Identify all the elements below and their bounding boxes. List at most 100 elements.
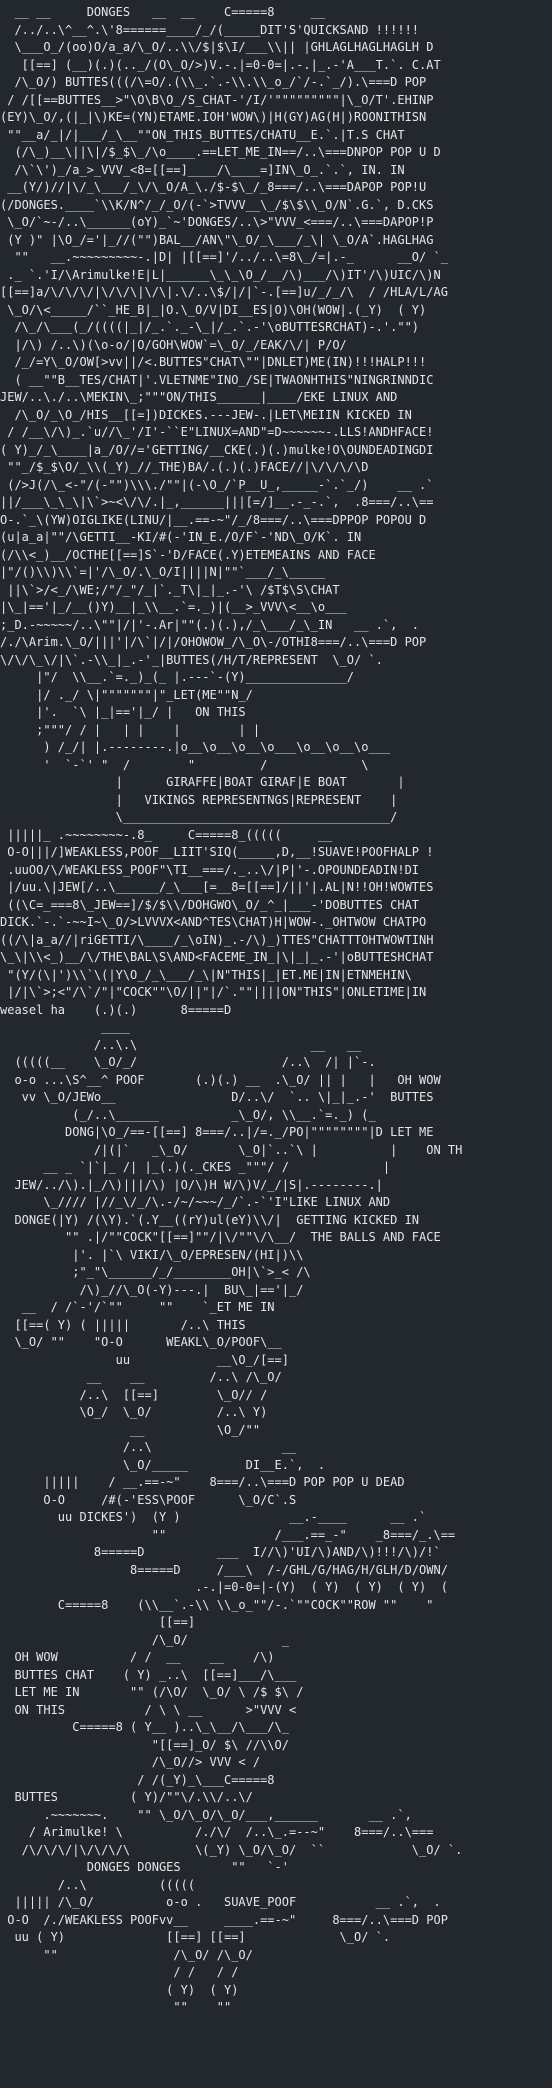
- ascii-line: ||/___\_\_\|\`>~<\/\/.|_,______|||[=/]__…: [0, 495, 434, 509]
- ascii-line: .uuOO/\/WEAKLESS_POOF"\TI__===/._..\/|P|…: [0, 862, 420, 877]
- ascii-line: |"/()\\)\\`=|'/\_O/.\_O/I||||N|""`___/_\…: [0, 565, 326, 579]
- ascii-line: ( Y) ( Y): [0, 1982, 239, 1997]
- ascii-line: 8=====D ___ I//\)'UI/\)AND/\)!!!/\)/!`: [0, 1545, 441, 1559]
- ascii-line: / /__\/\)_.`u//\_'/I'-``E"LINUX=AND"=D~~…: [0, 425, 434, 439]
- ascii-line: \/\/\_\/|\`.-\\_|_.-'_|BUTTES(/H/T/REPRE…: [0, 652, 383, 667]
- ascii-line: (/DONGES.____`\\K/N^/_/_O/(-`>TVVV__\_/$…: [0, 197, 434, 212]
- ascii-line: __ __ DONGES __ __ C=====8 __: [0, 5, 326, 19]
- ascii-line: \_O/ "" "O-O WEAKL\_O/POOF\__: [0, 1335, 282, 1349]
- ascii-line: DONGE(|Y) /(\Y).`(.Y__((rY)ul(eY)\\/| GE…: [0, 1212, 420, 1227]
- ascii-line: /_/=Y\_O/OW[>vv||/<.BUTTES"CHAT\""|DNLET…: [0, 355, 427, 369]
- ascii-line: weasel ha (.)(.) 8=====D: [0, 1002, 232, 1017]
- ascii-line: [[==]: [0, 1615, 196, 1629]
- ascii-line: BUTTES ( Y)/""\/.\\/..\/: [0, 1790, 253, 1804]
- ascii-line: __ _ `|`|_ /| |_(.)(._CKES _"""/ / |: [0, 1160, 391, 1174]
- ascii-line: [[==( Y) ( ||||| /..\ THIS: [0, 1317, 246, 1332]
- ascii-line: (/\\<_)__/OCTHE[[==]S`-'D/FACE(.Y)ETEMEA…: [0, 547, 376, 562]
- ascii-line: \_//// |//_\/_/\.-/~/~~~/_/`.-`'I"LIKE L…: [0, 1195, 391, 1209]
- ascii-line: ____: [0, 1020, 131, 1034]
- ascii-line: |'. |`\ VIKI/\_O/EPRESEN/(HI|)\\: [0, 1247, 304, 1262]
- ascii-line: "[[==]_O/ $\ //\\O/: [0, 1737, 289, 1752]
- ascii-line: |/|\`>;<"/\`/"|"COCK""\O/||"|/`.""||||ON…: [0, 985, 427, 999]
- ascii-line: /\_/\___(_/((((|_|/_.`._-\_|/_.`.-'\oBUT…: [0, 320, 420, 334]
- ascii-line: / /[[==BUTTES__>"\O\B\O_/S_CHAT-'/I/'"""…: [0, 92, 434, 107]
- ascii-line: ;"""/ / | | | | | |: [0, 722, 261, 737]
- ascii-line: uu __\O_/[==]: [0, 1352, 289, 1367]
- ascii-line: uu DICKES') (Y ) __.-____ __ .`: [0, 1510, 427, 1524]
- ascii-line: C=====8 ( Y__ )..\_\__/\___/\_: [0, 1720, 289, 1734]
- ascii-line: (u|a_a|""/\GETTI__-KI/#(-'IN_E./O/F`-'ND…: [0, 530, 362, 544]
- ascii-line: ""_/$_$\O/_\\(_Y)_//_THE)BA/.(.)(.)FACE/…: [0, 460, 369, 474]
- ascii-line: \___O_/(oo)O/a_a/\_O/..\\/$|$\I/___\\|| …: [0, 40, 434, 54]
- ascii-line: __(Y/)//|\/_\___/_\/\_O/A_\./$-$\_/_8===…: [0, 180, 427, 194]
- ascii-line: O-.`_\(YW)OIGLIKE(LINU/|__.==-~"/_/8===/…: [0, 512, 427, 527]
- ascii-line: (((((__ \_O/_/ /..\ /| |`-.: [0, 1055, 376, 1069]
- ascii-line: / / / /: [0, 1965, 239, 1979]
- ascii-line: \O_/ \_O/ /..\ Y): [0, 1405, 268, 1419]
- ascii-line: (_/..\______ _\_O/, \\__.`=._) (_: [0, 1107, 376, 1122]
- ascii-line: ;_D.-~~~~~/..\""|/|'-.Ar|""(.)(.),/_\___…: [0, 617, 420, 632]
- ascii-line: O-O /#(-'ESS\POOF \_O/C`.S: [0, 1492, 297, 1507]
- ascii-line: / /(_Y)_\___C=====8: [0, 1772, 275, 1787]
- ascii-line: /\)_//\_O(-Y)---.| BU\_|=='|_/: [0, 1282, 304, 1297]
- ascii-line: ' `-`' " / " / \: [0, 757, 369, 772]
- ascii-line: /../..\^__^.\'8======____/_/(_____DIT'S'…: [0, 22, 420, 37]
- ascii-line: |\_|=='|_/__()Y)__|_\\__.`=._)|(__>_VVV\…: [0, 600, 347, 614]
- ascii-line: \_O/`~-/..\______(oY)_`~'DONGES/..\>"VVV…: [0, 215, 434, 229]
- ascii-line: /\/\/\/|\/\/\/\ \(_Y) \_O/\_O/ `` \_O/ `…: [0, 1842, 463, 1857]
- ascii-line: C=====8 (\\__`.-\\ \\_o_""/-.`""COCK""RO…: [0, 1597, 434, 1612]
- ascii-line: O-O|||/]WEAKLESS,POOF__LIIT'SIQ(_____,D,…: [0, 845, 434, 859]
- ascii-line: ( __""B__TES/CHAT|'.VLETNME"INO_/SE|TWAO…: [0, 372, 434, 387]
- ascii-line: /..\ __: [0, 1440, 297, 1454]
- ascii-line: /\_O/_\O_/HIS__[[=])DICKES.---JEW-.|LET\…: [0, 407, 412, 422]
- ascii-line: ""__a/_|/|___/_\__""ON_THIS_BUTTES/CHATU…: [0, 127, 405, 142]
- ascii-line: O-O /./WEAKLESS POOFvv__ ____.==-~" 8===…: [0, 1912, 448, 1927]
- ascii-line: /\_O//> VVV < /: [0, 1755, 261, 1769]
- ascii-line: /\_O/) BUTTES(((/\=O/.(\\_.`.-\\.\\_o_/`…: [0, 75, 427, 89]
- ascii-line: | GIRAFFE|BOAT GIRAF|E BOAT |: [0, 775, 405, 789]
- ascii-line: vv \_O/JEWo__ D/..\/ `.. \|_|_.-' BUTTES: [0, 1090, 434, 1104]
- ascii-line: ON THIS / \ \ __ >"VVV <: [0, 1702, 297, 1717]
- ascii-line: "" "": [0, 2000, 232, 2014]
- ascii-line: |/\) /..\)(\o-o/|O/GOH\WOW`=\_O/_/EAK/\/…: [0, 337, 347, 352]
- ascii-line: |/uu.\|JEW[/..\______/_\___[=__8=[[==]/|…: [0, 880, 434, 894]
- ascii-line: "" __.~~~~~~~~~-.|D| |[[==]'/../..\=8\_/…: [0, 250, 448, 264]
- ascii-line: JEW/..\./..\MEKIN\_;"""ON/THIS______|___…: [0, 390, 398, 404]
- ascii-line: | VIKINGS REPRESENTNGS|REPRESENT |: [0, 792, 398, 807]
- ascii-line: /..\.\ __ __: [0, 1037, 362, 1052]
- ascii-line: |||||_ .~~~~~~~~-.8_ C=====8_((((( __: [0, 827, 333, 842]
- ascii-line: "" .|/""COCK"[[==]""/|\/""\/\__/ THE BAL…: [0, 1230, 441, 1244]
- ascii-line: ( Y)_/_\____|a_/O//='GETTING/__CKE(.)(.)…: [0, 442, 434, 457]
- ascii-line: ||\`>/<_/\WE;/"/_"/_|`._T\|_|_.-'\ /$T$\…: [0, 582, 340, 597]
- ascii-line: \_O/_____ DI__E.`, .: [0, 1457, 326, 1472]
- ascii-line: /\`\')_/a_>_VVV_<8=[[==]____/\____=]IN\_…: [0, 162, 405, 177]
- ascii-line: \_____________________________________/: [0, 810, 398, 824]
- ascii-line: __ / /`-'/`"" "" `_ET ME IN: [0, 1300, 275, 1314]
- ascii-line: [[==] (__)(.)(.._/(O\_O/>)V.-.|=0-0=|.-.…: [0, 57, 441, 72]
- ascii-line: ||||| /\_O/ o-o . SUAVE_POOF __ .`, .: [0, 1895, 441, 1909]
- ascii-line: DONGES DONGES "" `-': [0, 1860, 289, 1874]
- ascii-line: JEW/../\).|_/\)|||/\) |O/\)H W/\)V/_/|S|…: [0, 1177, 383, 1192]
- ascii-line: (/>J(/\_<-"/(-"")\\\./""|(-\O_/`P__U_,__…: [0, 477, 434, 492]
- ascii-line: [[==]a/\/\/\/|\/\/\|\/\|.\/..\$/|/|`-.[=…: [0, 285, 448, 299]
- ascii-line: \_O/\<_____/``_HE_B|_|O.\_O/V|DI__ES|O)\…: [0, 302, 427, 317]
- ascii-art-block: __ __ DONGES __ __ C=====8 __ /../..\^__…: [0, 0, 552, 2017]
- ascii-line: ||||| / __.==-~" 8===/..\===D POP POP U …: [0, 1475, 405, 1489]
- ascii-line: BUTTES CHAT ( Y) _..\ [[==]___/\___: [0, 1667, 297, 1682]
- ascii-line: DONG|\O_/==-[[==] 8===/..|/=._/PO|""""""…: [0, 1125, 434, 1139]
- ascii-line: (Y )" |\O_/='|_//("")BAL__/AN\"\_O/_\___…: [0, 232, 434, 247]
- ascii-line: .~~~~~~~. "" \_O/\_O/\_O/___,______ __ .…: [0, 1807, 412, 1822]
- ascii-line: /..\ (((((: [0, 1877, 196, 1892]
- ascii-line: \_\|\\<_)__/\/THE\BAL\S\AND<FACEME_IN_|\…: [0, 950, 434, 964]
- ascii-line: __ \O_/"": [0, 1422, 261, 1437]
- ascii-line: (/\_)__\||\|/$_$\_/\o____.==LET_ME_IN==/…: [0, 145, 441, 159]
- ascii-line: (EY)\_O/,(|_|\)KE=(YN)ETAME.IOH'WOW\)|H(…: [0, 110, 427, 124]
- ascii-line: /|(|` _\_O/ \_O|`..`\ | | ON TH: [0, 1142, 463, 1157]
- ascii-line: o-o ...\S^__^ POOF (.)(.) __ .\_O/ || | …: [0, 1072, 441, 1087]
- ascii-line: ;"_"\______/_/________OH|\`>_< /\: [0, 1265, 311, 1279]
- ascii-line: ._ `.'I/\Arimulke!E|L|______\_\_\O_/__/\…: [0, 267, 441, 282]
- ascii-line: DICK.`-.`-~~I~\_O/>LVVVX<AND^TES\CHAT)H|…: [0, 915, 427, 929]
- ascii-line: LET ME IN "" (/\O/ \_O/ \ /$ $\ /: [0, 1685, 304, 1699]
- ascii-line: uu ( Y) [[==] [[==] \_O/ `.: [0, 1930, 391, 1944]
- ascii-line: "" /___.==_-" _8===/_.\==: [0, 1527, 456, 1542]
